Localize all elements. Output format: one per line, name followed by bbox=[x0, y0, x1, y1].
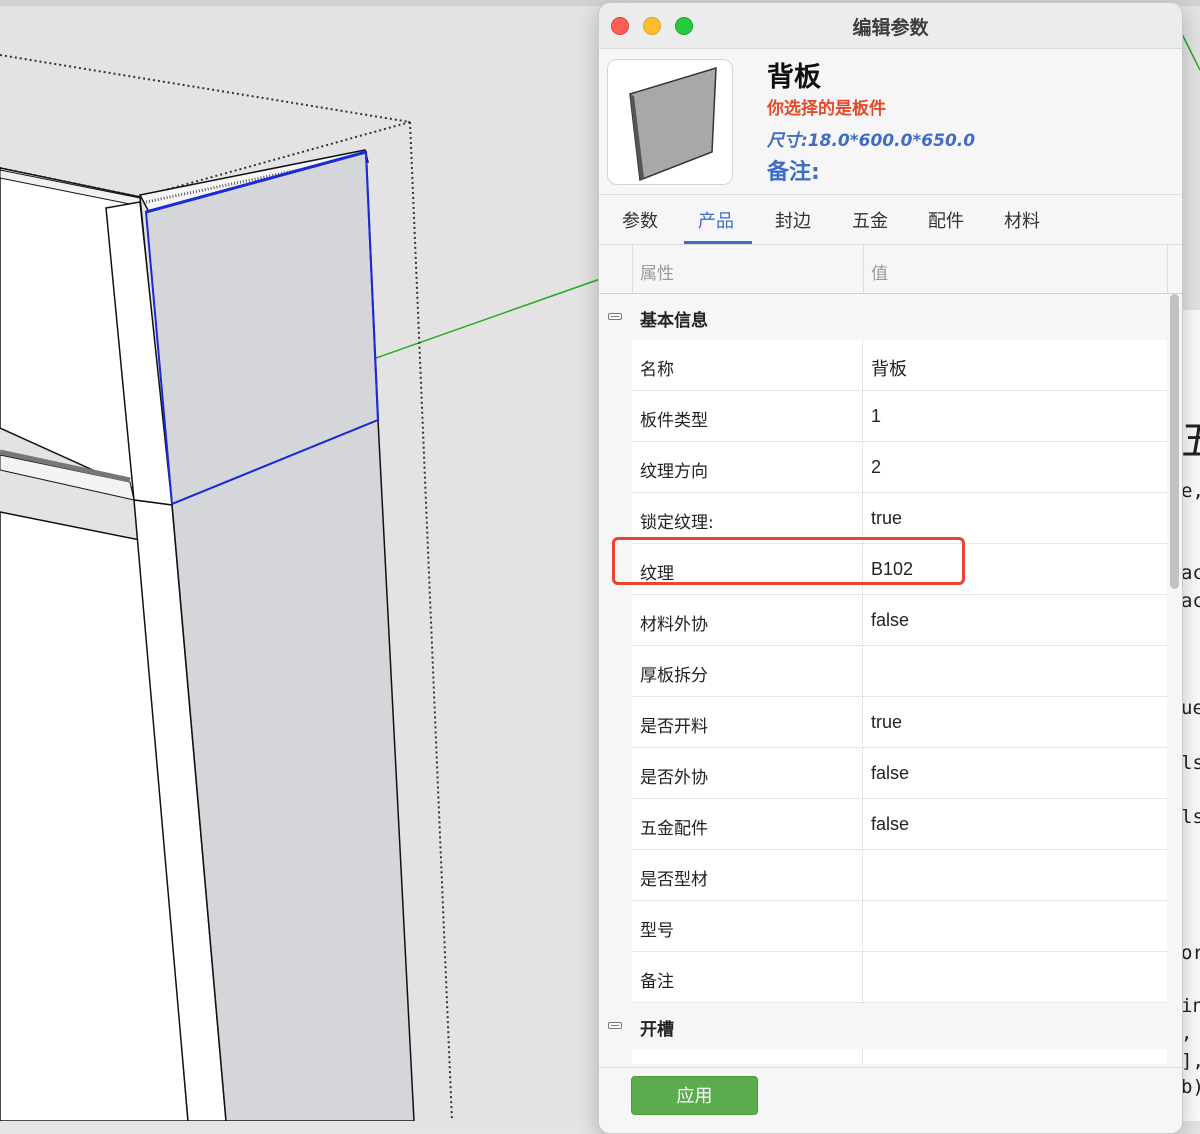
category-row-groove[interactable]: 开槽 bbox=[599, 1003, 1182, 1049]
property-row-lock-texture[interactable]: 锁定纹理: true bbox=[599, 493, 1182, 544]
code-fragment: ac bbox=[1181, 562, 1200, 584]
property-value[interactable]: false bbox=[871, 763, 909, 784]
category-row-basic-info[interactable]: 基本信息 bbox=[599, 294, 1182, 340]
tab-params[interactable]: 参数 bbox=[622, 207, 658, 233]
property-name: 五金配件 bbox=[640, 819, 708, 839]
category-title: 开槽 bbox=[640, 1020, 674, 1040]
property-name: 是否型材 bbox=[640, 870, 708, 890]
property-name: 板件类型 bbox=[640, 411, 708, 431]
code-fragment: b) bbox=[1181, 1076, 1200, 1098]
collapse-icon[interactable] bbox=[608, 313, 622, 320]
property-value[interactable]: true bbox=[871, 712, 902, 733]
vertical-scrollbar[interactable] bbox=[1170, 294, 1179, 589]
tab-materials[interactable]: 材料 bbox=[1004, 207, 1040, 233]
selection-note: 你选择的是板件 bbox=[767, 99, 886, 119]
column-header-attribute[interactable]: 属性 bbox=[640, 259, 674, 284]
property-grid-header: 属性 值 bbox=[599, 245, 1182, 294]
code-fragment: ue bbox=[1181, 697, 1200, 719]
part-size: 尺寸:18.0*600.0*650.0 bbox=[767, 131, 976, 151]
property-value[interactable]: false bbox=[871, 814, 909, 835]
apply-button[interactable]: 应用 bbox=[631, 1076, 758, 1115]
property-row[interactable]: 纹理 B102 bbox=[599, 544, 1182, 595]
property-value[interactable]: B102 bbox=[871, 559, 913, 580]
property-row[interactable]: 厚板拆分 bbox=[599, 646, 1182, 697]
edit-params-dialog: 编辑参数 背板 你选择的是板件 尺寸:18.0*600.0*650.0 备注: … bbox=[598, 2, 1183, 1134]
property-value[interactable]: true bbox=[871, 508, 902, 529]
property-name: 纹理方向 bbox=[640, 462, 708, 482]
code-fragment: 五 bbox=[1181, 408, 1200, 466]
code-fragment: ac bbox=[1181, 590, 1200, 612]
part-summary: 背板 你选择的是板件 尺寸:18.0*600.0*650.0 备注: bbox=[599, 49, 1182, 195]
tab-edge-banding[interactable]: 封边 bbox=[775, 207, 811, 233]
property-name: 备注 bbox=[640, 972, 674, 992]
tab-bar: 参数 产品 封边 五金 配件 材料 bbox=[599, 195, 1182, 245]
code-fragment: or bbox=[1181, 942, 1200, 964]
property-value[interactable]: false bbox=[871, 610, 909, 631]
property-row[interactable]: 备注 bbox=[599, 952, 1182, 1003]
property-name: 名称 bbox=[640, 360, 674, 380]
property-row[interactable]: 是否开料 true bbox=[599, 697, 1182, 748]
remark-label: 备注: bbox=[767, 160, 820, 185]
code-fragment: in bbox=[1181, 995, 1200, 1017]
code-fragment: ls bbox=[1181, 806, 1200, 828]
property-name: 是否外协 bbox=[640, 768, 708, 788]
property-row[interactable]: 是否外协 false bbox=[599, 748, 1182, 799]
property-name: 型号 bbox=[640, 921, 674, 941]
tab-product[interactable]: 产品 bbox=[698, 207, 734, 233]
part-name: 背板 bbox=[767, 62, 821, 93]
code-fragment: ], bbox=[1181, 1050, 1200, 1072]
panel-preview-icon bbox=[629, 66, 717, 182]
property-row[interactable]: 材料外协 false bbox=[599, 595, 1182, 646]
collapse-icon[interactable] bbox=[608, 1022, 622, 1029]
property-name: 厚板拆分 bbox=[640, 666, 708, 686]
property-name: 材料外协 bbox=[640, 615, 708, 635]
window-title: 编辑参数 bbox=[852, 17, 929, 39]
panel-thumbnail bbox=[607, 59, 733, 185]
property-row-partial[interactable] bbox=[599, 1049, 1182, 1064]
property-name: 锁定纹理: bbox=[640, 513, 714, 533]
property-value[interactable]: 背板 bbox=[871, 355, 907, 381]
dialog-footer: 应用 bbox=[599, 1067, 1182, 1133]
code-fragment: ls bbox=[1181, 752, 1200, 774]
property-value[interactable]: 2 bbox=[871, 457, 881, 478]
column-header-value[interactable]: 值 bbox=[871, 259, 888, 284]
tab-hardware[interactable]: 五金 bbox=[852, 207, 888, 233]
property-row[interactable]: 名称 背板 bbox=[599, 340, 1182, 391]
property-row[interactable]: 型号 bbox=[599, 901, 1182, 952]
property-grid: 基本信息 名称 背板 板件类型 1 纹理方向 2 锁定纹理: true 纹理 B… bbox=[599, 294, 1182, 1064]
tab-accessories[interactable]: 配件 bbox=[928, 207, 964, 233]
title-bar[interactable]: 编辑参数 bbox=[599, 3, 1182, 49]
property-row[interactable]: 板件类型 1 bbox=[599, 391, 1182, 442]
property-row[interactable]: 纹理方向 2 bbox=[599, 442, 1182, 493]
active-tab-indicator bbox=[684, 241, 752, 244]
property-row[interactable]: 是否型材 bbox=[599, 850, 1182, 901]
property-row[interactable]: 五金配件 false bbox=[599, 799, 1182, 850]
property-name: 纹理 bbox=[640, 564, 674, 584]
property-value[interactable]: 1 bbox=[871, 406, 881, 427]
category-title: 基本信息 bbox=[640, 311, 708, 331]
code-fragment: e, bbox=[1181, 480, 1200, 502]
property-name: 是否开料 bbox=[640, 717, 708, 737]
